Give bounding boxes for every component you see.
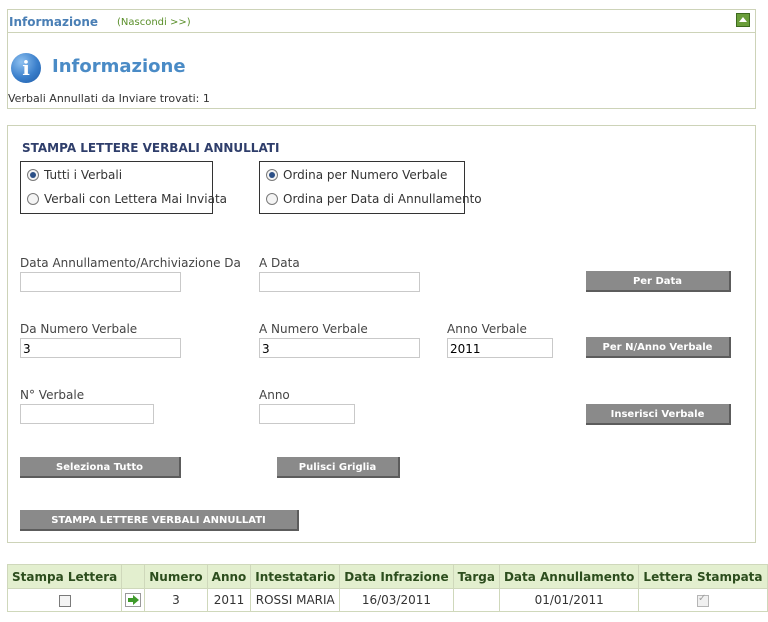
cell-data-annullamento: 01/01/2011: [498, 588, 640, 612]
date-to-input[interactable]: [259, 272, 420, 292]
pulisci-griglia-button[interactable]: Pulisci Griglia: [277, 457, 400, 478]
radio-tutti-verbali[interactable]: Tutti i Verbali: [27, 168, 122, 182]
num-from-label: Da Numero Verbale: [20, 322, 138, 336]
info-icon: i: [11, 53, 41, 83]
go-arrow-icon[interactable]: [125, 593, 142, 608]
col-data-infrazione: Data Infrazione: [339, 564, 454, 589]
col-intestatario: Intestatario: [250, 564, 341, 589]
form-panel: STAMPA LETTERE VERBALI ANNULLATI Tutti i…: [7, 125, 756, 543]
radio-label: Ordina per Numero Verbale: [283, 168, 448, 182]
col-targa: Targa: [452, 564, 500, 589]
cell-intestatario: ROSSI MARIA: [250, 588, 341, 612]
info-header: Informazione (Nascondi >>): [8, 10, 755, 33]
col-numero: Numero: [144, 564, 208, 589]
radio-button[interactable]: [266, 169, 278, 181]
hide-link[interactable]: (Nascondi >>): [117, 17, 191, 28]
order-radio-group: Ordina per Numero Verbale Ordina per Dat…: [259, 161, 482, 214]
stampa-checkbox[interactable]: [58, 594, 71, 607]
cell-action: [121, 588, 146, 612]
radio-mai-inviata[interactable]: Verbali con Lettera Mai Inviata: [27, 192, 227, 206]
inserisci-verbale-button[interactable]: Inserisci Verbale: [586, 404, 731, 425]
radio-label: Verbali con Lettera Mai Inviata: [44, 192, 228, 206]
per-num-anno-button[interactable]: Per N/Anno Verbale: [586, 337, 731, 358]
verbali-grid: Stampa Lettera Numero Anno Intestatario …: [6, 564, 768, 612]
radio-button[interactable]: [266, 193, 278, 205]
anno-verbale-label: Anno Verbale: [447, 322, 527, 336]
date-from-label: Data Annullamento/Archiviazione Da: [20, 256, 241, 270]
col-data-annullamento: Data Annullamento: [498, 564, 640, 589]
cell-data-infrazione: 16/03/2011: [339, 588, 454, 612]
num-to-label: A Numero Verbale: [259, 322, 368, 336]
radio-ordina-numero[interactable]: Ordina per Numero Verbale: [266, 168, 447, 182]
cell-numero: 3: [144, 588, 208, 612]
per-data-button[interactable]: Per Data: [586, 271, 731, 292]
table-row: 3 2011 ROSSI MARIA 16/03/2011 01/01/2011: [6, 588, 768, 612]
filter-radio-group: Tutti i Verbali Verbali con Lettera Mai …: [20, 161, 227, 214]
num-from-input[interactable]: 3: [20, 338, 181, 358]
cell-stampa: [6, 588, 123, 612]
col-stampa-lettera: Stampa Lettera: [6, 564, 123, 589]
lettera-stampata-checkbox: [696, 593, 709, 607]
collapse-up-icon[interactable]: [736, 13, 750, 27]
col-lettera-stampata: Lettera Stampata: [638, 564, 768, 589]
radio-button[interactable]: [27, 193, 39, 205]
seleziona-tutto-button[interactable]: Seleziona Tutto: [20, 457, 181, 478]
n-verbale-label: N° Verbale: [20, 388, 85, 402]
radio-label: Tutti i Verbali: [44, 168, 123, 182]
info-header-title: Informazione: [9, 15, 99, 29]
anno-verbale-input[interactable]: 2011: [447, 338, 553, 358]
info-message: Verbali Annullati da Inviare trovati: 1: [8, 92, 210, 105]
form-title: STAMPA LETTERE VERBALI ANNULLATI: [22, 141, 280, 155]
col-anno: Anno: [206, 564, 252, 589]
anno-input[interactable]: [259, 404, 355, 424]
info-panel: Informazione (Nascondi >>) i Informazion…: [7, 9, 756, 109]
date-to-label: A Data: [259, 256, 300, 270]
n-verbale-input[interactable]: [20, 404, 154, 424]
info-title: Informazione: [52, 56, 186, 77]
radio-label: Ordina per Data di Annullamento: [283, 192, 482, 206]
date-from-input[interactable]: [20, 272, 181, 292]
cell-targa: [452, 588, 500, 612]
grid-header-row: Stampa Lettera Numero Anno Intestatario …: [6, 564, 768, 589]
cell-anno: 2011: [206, 588, 252, 612]
anno-label: Anno: [259, 388, 290, 402]
num-to-input[interactable]: 3: [259, 338, 420, 358]
stampa-lettere-button[interactable]: STAMPA LETTERE VERBALI ANNULLATI: [20, 510, 299, 531]
radio-ordina-data[interactable]: Ordina per Data di Annullamento: [266, 192, 482, 206]
col-action: [121, 564, 146, 589]
cell-lettera-stampata: [638, 588, 768, 612]
radio-button[interactable]: [27, 169, 39, 181]
